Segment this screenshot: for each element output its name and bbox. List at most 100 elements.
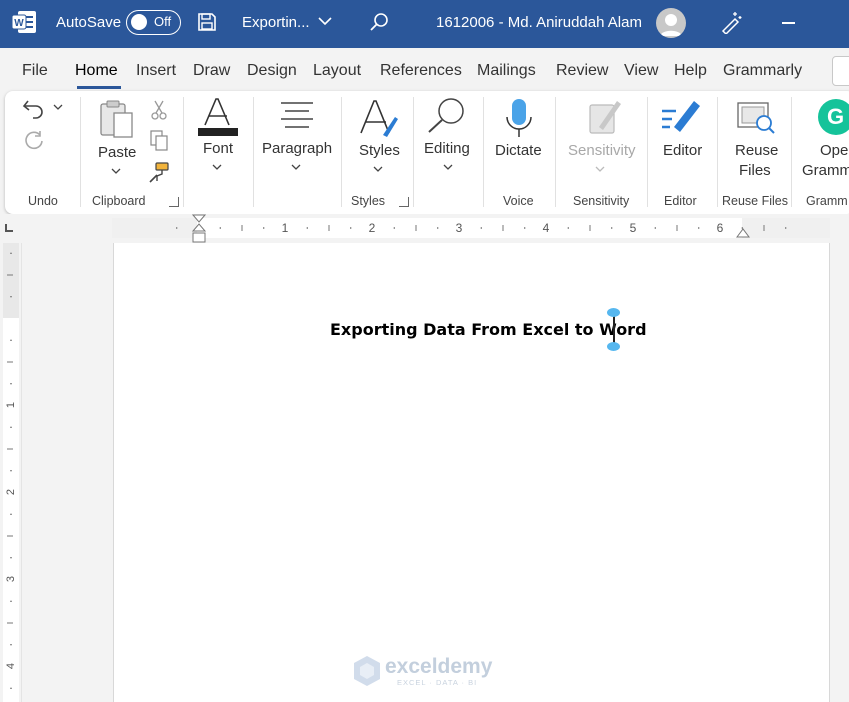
vertical-ruler-tick bbox=[7, 448, 13, 450]
ruler-number: 4 bbox=[543, 221, 550, 235]
paragraph-icon[interactable] bbox=[277, 101, 317, 129]
paste-label[interactable]: Paste bbox=[98, 144, 136, 161]
paragraph-label[interactable]: Paragraph bbox=[262, 140, 332, 157]
reuse-files-group-label: Reuse Files bbox=[722, 194, 788, 208]
tab-file[interactable]: File bbox=[22, 62, 48, 80]
styles-label[interactable]: Styles bbox=[359, 142, 400, 159]
toggle-knob bbox=[131, 14, 147, 30]
ruler-tick bbox=[611, 227, 613, 229]
sensitivity-icon bbox=[589, 101, 621, 134]
ruler-tick bbox=[219, 227, 221, 229]
ruler-number: 1 bbox=[282, 221, 289, 235]
separator bbox=[647, 97, 648, 207]
undo-icon[interactable] bbox=[22, 97, 46, 119]
tab-draw[interactable]: Draw bbox=[193, 62, 230, 80]
grammarly-group-label: Gramm bbox=[806, 194, 848, 208]
vertical-ruler-margin bbox=[3, 243, 19, 318]
styles-icon[interactable] bbox=[357, 97, 399, 139]
tab-review[interactable]: Review bbox=[556, 62, 608, 80]
document-heading[interactable]: Exporting Data From Excel to Word bbox=[330, 320, 647, 339]
tab-references[interactable]: References bbox=[380, 62, 462, 80]
ruler-tick bbox=[241, 225, 243, 231]
autosave-state: Off bbox=[154, 14, 172, 29]
document-title[interactable]: Exportin... bbox=[242, 14, 310, 31]
selection-handle-top[interactable] bbox=[607, 308, 620, 317]
ruler-tick bbox=[502, 225, 504, 231]
grammarly-label-line2[interactable]: Gramm bbox=[802, 162, 849, 179]
indent-marker-icon[interactable] bbox=[192, 214, 206, 244]
minimize-icon[interactable] bbox=[782, 22, 795, 24]
watermark-tagline: EXCEL · DATA · BI bbox=[397, 678, 478, 687]
copy-icon[interactable] bbox=[148, 129, 170, 151]
styles-dialog-launcher-icon[interactable] bbox=[399, 197, 409, 207]
reuse-files-label-line2[interactable]: Files bbox=[739, 162, 771, 179]
editing-search-icon[interactable] bbox=[426, 97, 468, 133]
dictate-label[interactable]: Dictate bbox=[495, 142, 542, 159]
save-icon[interactable] bbox=[197, 12, 217, 32]
tab-design[interactable]: Design bbox=[247, 62, 297, 80]
document-page[interactable] bbox=[113, 243, 830, 702]
search-icon[interactable] bbox=[369, 12, 389, 32]
separator bbox=[483, 97, 484, 207]
word-logo-icon: W bbox=[12, 11, 36, 33]
editor-label[interactable]: Editor bbox=[663, 142, 702, 159]
format-painter-icon[interactable] bbox=[148, 161, 170, 183]
vertical-ruler-tick bbox=[10, 470, 12, 472]
selection-handle-bottom[interactable] bbox=[607, 342, 620, 351]
sensitivity-group-label: Sensitivity bbox=[573, 194, 630, 208]
ruler-tick bbox=[393, 227, 395, 229]
font-label[interactable]: Font bbox=[203, 140, 233, 157]
font-icon[interactable] bbox=[197, 97, 239, 137]
reuse-files-icon[interactable] bbox=[736, 99, 776, 137]
ruler-number: 5 bbox=[630, 221, 637, 235]
editing-label[interactable]: Editing bbox=[424, 140, 470, 157]
avatar[interactable] bbox=[656, 8, 686, 38]
clipboard-dialog-launcher-icon[interactable] bbox=[169, 197, 179, 207]
clipboard-group-label: Clipboard bbox=[92, 194, 146, 208]
undo-dropdown-icon[interactable] bbox=[53, 103, 63, 111]
chevron-down-icon[interactable] bbox=[318, 16, 332, 26]
grammarly-icon[interactable]: G bbox=[818, 99, 849, 135]
editor-group-label: Editor bbox=[664, 194, 697, 208]
ruler-tick bbox=[306, 227, 308, 229]
separator bbox=[80, 97, 81, 207]
right-indent-marker-icon[interactable] bbox=[736, 226, 750, 238]
tab-mailings[interactable]: Mailings bbox=[477, 62, 536, 80]
ruler-tick bbox=[328, 225, 330, 231]
cut-icon[interactable] bbox=[150, 99, 168, 121]
tab-home[interactable]: Home bbox=[75, 62, 118, 80]
ruler-tick bbox=[698, 227, 700, 229]
editing-dropdown-icon[interactable] bbox=[443, 163, 453, 171]
vertical-ruler-tick bbox=[10, 687, 12, 689]
vertical-ruler-tick bbox=[10, 296, 12, 298]
microphone-icon[interactable] bbox=[505, 97, 533, 139]
editor-pen-icon[interactable] bbox=[660, 97, 704, 135]
person-icon bbox=[660, 14, 682, 36]
tab-view[interactable]: View bbox=[624, 62, 658, 80]
font-dropdown-icon[interactable] bbox=[212, 163, 222, 171]
reuse-files-label-line1[interactable]: Reuse bbox=[735, 142, 778, 159]
sensitivity-dropdown-icon bbox=[595, 166, 605, 172]
redo-icon[interactable] bbox=[22, 129, 46, 153]
styles-dropdown-icon[interactable] bbox=[373, 165, 383, 173]
paste-dropdown-icon[interactable] bbox=[111, 167, 121, 175]
tab-layout[interactable]: Layout bbox=[313, 62, 361, 80]
ruler-tick bbox=[785, 227, 787, 229]
tab-selector-icon[interactable] bbox=[5, 224, 13, 232]
ruler-tick bbox=[654, 227, 656, 229]
paste-icon[interactable] bbox=[97, 99, 137, 139]
vertical-ruler-number: 3 bbox=[5, 576, 17, 582]
comments-button[interactable] bbox=[832, 56, 849, 86]
tab-insert[interactable]: Insert bbox=[136, 62, 176, 80]
autosave-label: AutoSave bbox=[56, 14, 122, 31]
separator bbox=[791, 97, 792, 207]
designer-wand-icon[interactable] bbox=[720, 10, 742, 34]
vertical-ruler-tick bbox=[7, 622, 13, 624]
tab-grammarly[interactable]: Grammarly bbox=[723, 62, 802, 80]
grammarly-label-line1[interactable]: Ope bbox=[820, 142, 848, 159]
vertical-ruler-number: 2 bbox=[5, 489, 17, 495]
paragraph-dropdown-icon[interactable] bbox=[291, 163, 301, 171]
autosave-toggle[interactable]: Off bbox=[126, 10, 181, 35]
tab-help[interactable]: Help bbox=[674, 62, 707, 80]
ruler-tick bbox=[524, 227, 526, 229]
